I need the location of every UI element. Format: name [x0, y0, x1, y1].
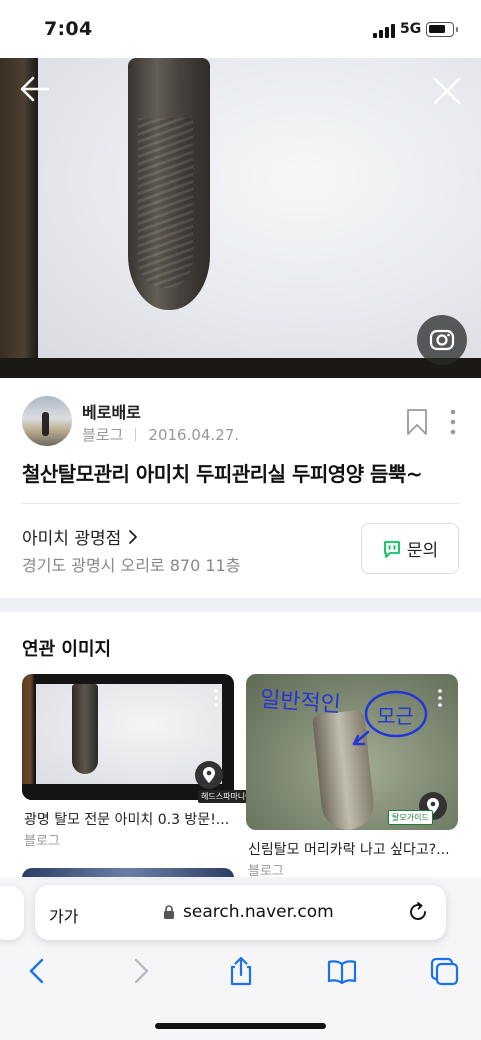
hero-monitor-bezel [0, 358, 481, 378]
related-card-caption[interactable]: 광명 탈모 전문 아미치 0.3 방문!... [24, 809, 234, 829]
lock-icon [164, 904, 174, 919]
place-name: 아미치 광명점 [22, 529, 122, 549]
network-type: 5G [400, 21, 422, 37]
book-icon[interactable] [326, 955, 358, 987]
status-time: 7:04 [44, 18, 93, 40]
watermark-badge: 탈모가이드 [388, 810, 433, 825]
hero-image[interactable] [0, 58, 481, 378]
talk-bubble-icon [383, 540, 400, 558]
post-date: 2016.04.27. [148, 425, 240, 444]
url-display[interactable]: search.naver.com [163, 902, 334, 922]
url-text: search.naver.com [183, 902, 334, 922]
tabs-icon[interactable] [428, 955, 460, 987]
section-gap [0, 598, 481, 612]
share-icon[interactable] [225, 955, 257, 987]
related-card-source: 블로그 [24, 834, 60, 849]
hero-hair-root [128, 58, 210, 310]
chevron-left-icon[interactable] [22, 955, 54, 987]
map-pin-icon[interactable] [195, 761, 223, 789]
divider [22, 503, 459, 504]
reload-icon[interactable] [407, 901, 429, 923]
more-vertical-icon[interactable] [433, 687, 447, 709]
scribble-text: 일반적인 [259, 687, 342, 718]
post-meta: 블로그 2016.04.27. [82, 424, 239, 445]
hero-monitor-screen [38, 58, 481, 358]
close-icon[interactable] [430, 74, 464, 108]
reader-settings-button[interactable]: 가가 [49, 903, 78, 927]
post-title[interactable]: 철산탈모관리 아미치 두피관리실 두피영양 듬뿍~ [22, 458, 423, 487]
more-vertical-icon[interactable] [209, 687, 223, 709]
place-link[interactable]: 아미치 광명점 [22, 524, 139, 549]
camera-lens-icon [429, 329, 455, 351]
arrow-left-icon[interactable] [18, 72, 52, 106]
meta-divider [135, 428, 137, 441]
chevron-right-icon [129, 529, 138, 544]
address-bar[interactable]: 가가 search.naver.com [35, 885, 446, 940]
home-indicator[interactable] [155, 1023, 326, 1029]
author-name[interactable]: 베로배로 [82, 399, 141, 423]
bookmark-icon[interactable] [405, 408, 429, 436]
image-search-lens-button[interactable] [417, 315, 467, 365]
status-bar: 7:04 5G [0, 0, 481, 58]
inquiry-button[interactable]: 문의 [361, 523, 459, 574]
signal-strength-icon [373, 24, 395, 38]
post-source: 블로그 [82, 426, 124, 444]
more-vertical-icon[interactable] [444, 408, 462, 436]
scribble-circled-text: 모근 [377, 704, 414, 728]
chevron-right-icon[interactable] [124, 955, 156, 987]
related-images-title: 연관 이미지 [22, 639, 112, 660]
inquiry-label: 문의 [406, 541, 439, 561]
author-avatar[interactable] [22, 396, 72, 446]
related-card-caption[interactable]: 신림탈모 머리카락 나고 싶다고?... [248, 839, 458, 859]
place-address: 경기도 광명시 오리로 870 11층 [22, 556, 241, 575]
previous-tab-preview[interactable] [0, 886, 24, 940]
battery-icon [426, 22, 458, 37]
